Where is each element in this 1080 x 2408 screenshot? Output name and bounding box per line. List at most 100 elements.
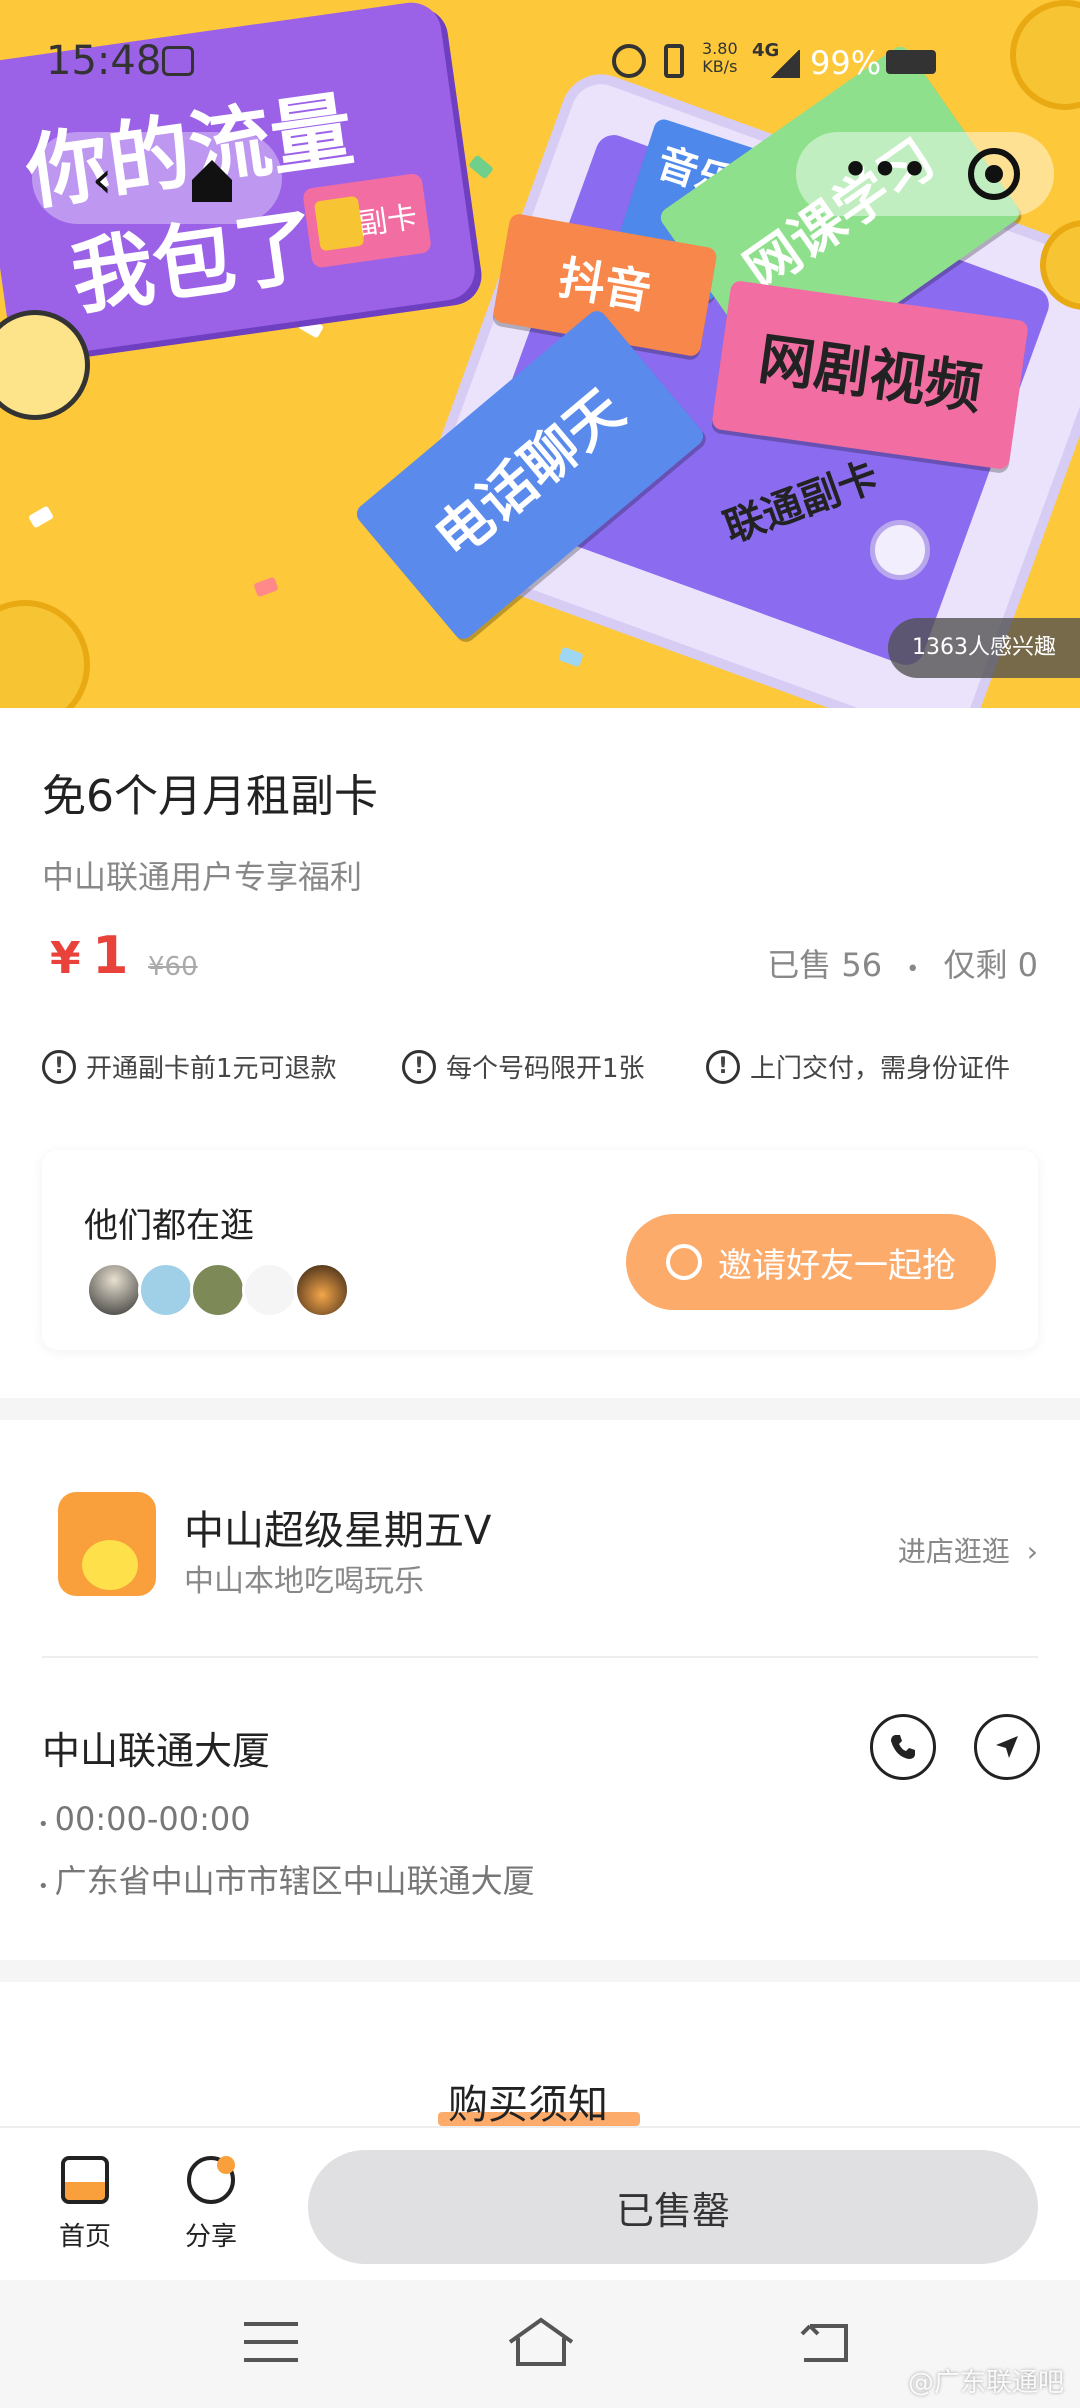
invite-label: 邀请好友一起抢 xyxy=(718,1245,956,1286)
battery-percent: 99% xyxy=(810,44,882,82)
remaining-label: 仅剩 0 xyxy=(943,946,1038,984)
share-tab[interactable]: 分享 xyxy=(176,2156,246,2266)
product-subtitle: 中山联通用户专享福利 xyxy=(42,858,363,896)
bullet: • xyxy=(38,1876,49,1897)
sold-out-label: 已售罄 xyxy=(615,2188,730,2233)
share-icon-dot xyxy=(217,2156,235,2174)
close-miniapp-dot xyxy=(985,165,1003,183)
net-speed-value: 3.80 xyxy=(702,39,738,58)
purchase-notice-section: 购买须知 xyxy=(0,1982,1080,2128)
home-tab-label: 首页 xyxy=(58,2222,111,2252)
phone-icon[interactable] xyxy=(870,1714,936,1780)
ticket-label: 网剧视频 xyxy=(754,326,986,423)
confetti xyxy=(558,646,584,668)
notice-text: 每个号码限开1张 xyxy=(446,1054,645,1084)
menu-line xyxy=(244,2340,298,2344)
home-icon[interactable] xyxy=(182,150,242,210)
nav-capsule xyxy=(32,132,282,224)
exclamation-icon: ! xyxy=(706,1049,740,1084)
bullet: • xyxy=(38,1814,49,1835)
shop-row[interactable]: 中山超级星期五V 中山本地吃喝玩乐 进店逛逛 › xyxy=(0,1420,1080,1656)
system-nav-bar: @广东联通吧 xyxy=(0,2280,1080,2408)
price-symbol: ¥ xyxy=(50,933,81,984)
menu-icon[interactable] xyxy=(244,2322,298,2366)
shop-name: 中山超级星期五V xyxy=(184,1508,492,1554)
sold-out-button[interactable]: 已售罄 xyxy=(308,2150,1038,2264)
section-divider xyxy=(0,1398,1080,1420)
store-hours-text: 00:00-00:00 xyxy=(54,1800,251,1838)
store-name: 中山联通大厦 xyxy=(42,1729,271,1773)
store-address-text: 广东省中山市市辖区中山联通大厦 xyxy=(54,1862,535,1900)
notice-text: 上门交付，需身份证件 xyxy=(750,1054,1011,1084)
battery-icon xyxy=(886,50,936,74)
store-address: • 广东省中山市市辖区中山联通大厦 xyxy=(38,1856,535,1902)
exclamation-icon: ! xyxy=(402,1049,436,1084)
store-hours: • 00:00-00:00 xyxy=(38,1800,251,1838)
shop-section: 中山超级星期五V 中山本地吃喝玩乐 进店逛逛 › 中山联通大厦 • 00:00-0… xyxy=(0,1420,1080,1960)
avatar xyxy=(242,1262,298,1318)
more-icon[interactable]: ••• xyxy=(840,145,930,200)
notice-text: 开通副卡前1元可退款 xyxy=(86,1054,337,1084)
phone-home-button xyxy=(870,520,930,580)
home-nav-icon[interactable] xyxy=(506,2312,576,2372)
avatar xyxy=(138,1262,194,1318)
enter-shop-link[interactable]: 进店逛逛 › xyxy=(898,1530,1038,1570)
confetti xyxy=(253,576,279,598)
alarm-icon xyxy=(612,44,646,78)
section-divider xyxy=(0,1960,1080,1982)
sim-label: 副卡 xyxy=(355,199,420,243)
browse-card: 他们都在逛 邀请好友一起抢 xyxy=(42,1150,1038,1350)
divider xyxy=(42,1656,1038,1658)
chevron-right-icon: › xyxy=(1026,1535,1038,1568)
avatar xyxy=(190,1262,246,1318)
invite-button[interactable]: 邀请好友一起抢 xyxy=(626,1214,996,1310)
status-bar: 15:48 3.80 KB/s 4G 99% xyxy=(0,0,1080,120)
notice-limit: ! 每个号码限开1张 xyxy=(402,1048,645,1085)
net-speed-unit: KB/s xyxy=(702,57,738,76)
net-speed: 3.80 KB/s xyxy=(702,40,738,76)
navigation-icon[interactable] xyxy=(974,1714,1040,1780)
signal-icon xyxy=(770,50,800,78)
browse-title: 他们都在逛 xyxy=(84,1206,254,1246)
coin-icon xyxy=(0,600,90,708)
back-icon[interactable]: ‹ xyxy=(72,150,132,210)
avatar xyxy=(86,1262,142,1318)
share-icon xyxy=(187,2156,235,2204)
product-title: 免6个月月租副卡 xyxy=(42,771,378,822)
vibrate-icon xyxy=(664,44,684,78)
confetti xyxy=(27,505,55,529)
menu-line xyxy=(244,2358,298,2362)
original-price: ¥60 xyxy=(148,952,198,982)
watermark: @广东联通吧 xyxy=(907,2368,1064,2398)
avatar xyxy=(294,1262,350,1318)
bottom-action-bar: 首页 分享 已售罄 xyxy=(0,2126,1080,2280)
purchase-notice-title: 购买须知 xyxy=(448,2082,608,2128)
sim-card-icon: 副卡 xyxy=(302,172,433,269)
shop-logo-chick xyxy=(82,1540,138,1590)
share-tab-label: 分享 xyxy=(184,2222,237,2252)
back-nav-icon[interactable] xyxy=(796,2316,852,2370)
enter-shop-label: 进店逛逛 xyxy=(897,1535,1010,1568)
notice-refund: ! 开通副卡前1元可退款 xyxy=(42,1048,337,1085)
product-section: 免6个月月租副卡 中山联通用户专享福利 ¥ 1 ¥60 已售 56 • 仅剩 0… xyxy=(0,708,1080,1398)
share-arrow-icon xyxy=(666,1244,702,1280)
status-time: 15:48 xyxy=(46,38,162,84)
exclamation-icon: ! xyxy=(42,1049,76,1084)
shop-desc: 中山本地吃喝玩乐 xyxy=(184,1564,424,1599)
sim-chip xyxy=(313,195,365,252)
menu-line xyxy=(244,2322,298,2326)
sold-label: 已售 56 xyxy=(767,946,883,984)
shop-logo xyxy=(58,1492,156,1596)
ticket-label: 抖音 xyxy=(555,250,655,320)
store-icon xyxy=(61,2156,109,2204)
screenshot-icon xyxy=(162,46,194,76)
interest-badge: 1363人感兴趣 xyxy=(888,618,1080,678)
price-value: 1 xyxy=(92,926,129,986)
price: ¥ 1 xyxy=(50,926,128,986)
confetti xyxy=(468,154,494,180)
hero-banner: 音乐 网课学习 抖音 网剧视频 电话聊天 联通副卡 你的流量 我包了 副卡 15… xyxy=(0,0,1080,708)
notice-delivery: ! 上门交付，需身份证件 xyxy=(706,1048,1010,1085)
separator-dot: • xyxy=(906,957,920,982)
home-tab[interactable]: 首页 xyxy=(50,2156,120,2266)
close-miniapp-icon[interactable] xyxy=(968,148,1020,200)
